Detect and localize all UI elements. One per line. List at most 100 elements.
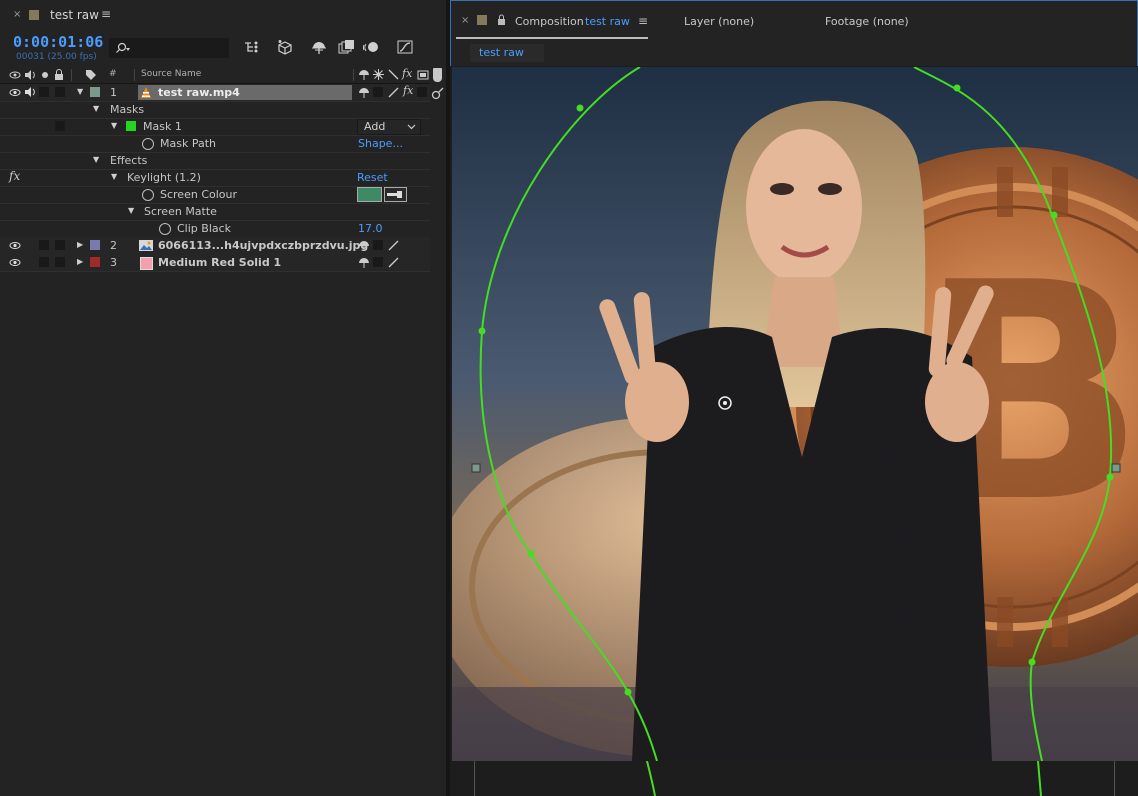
timeline-tab-bar: × test raw ≡ [0, 0, 446, 32]
keylight-effect-row[interactable]: fx ▼ Keylight (1.2) Reset [0, 169, 430, 187]
solo-toggle[interactable] [39, 87, 49, 97]
lock-toggle[interactable] [55, 257, 65, 267]
mask-lock-toggle[interactable] [55, 121, 65, 131]
solo-toggle[interactable] [39, 257, 49, 267]
clip-black-row[interactable]: Clip Black 17.0 [0, 220, 430, 238]
work-area-marker[interactable] [433, 68, 442, 82]
composition-breadcrumb-tab[interactable]: test raw [470, 44, 544, 62]
expand-triangle-icon[interactable]: ▼ [93, 155, 99, 164]
tab-menu-icon[interactable]: ≡ [638, 14, 648, 28]
screen-colour-label: Screen Colour [160, 188, 238, 201]
audio-speaker-icon[interactable] [24, 87, 36, 97]
stopwatch-icon[interactable] [159, 223, 171, 235]
effects-group-row[interactable]: ▼ Effects [0, 152, 430, 170]
layer-search-input[interactable] [109, 38, 229, 58]
mask-path-overlay-bottom [646, 761, 1042, 796]
audio-header-icon [25, 70, 35, 80]
collapse-switch[interactable] [373, 257, 383, 267]
mask-mode-dropdown[interactable]: Add [357, 119, 421, 135]
motion-blur-icon[interactable] [362, 39, 380, 55]
expand-triangle-icon[interactable]: ▼ [93, 104, 99, 113]
header-divider [353, 69, 354, 81]
composition-mini-flowchart-icon[interactable] [243, 39, 261, 55]
mask-mode-value: Add [364, 120, 386, 133]
mask-name[interactable]: Mask 1 [143, 120, 182, 133]
shy-switch-icon[interactable] [358, 87, 370, 98]
quality-switch-icon[interactable] [388, 257, 399, 268]
layer-row-1[interactable]: ▼ 1 test raw.mp4 fx [0, 84, 430, 102]
layer-name[interactable]: 6066113...h4ujvpdxczbprzdvu.jpg [158, 239, 368, 252]
solo-toggle[interactable] [39, 240, 49, 250]
frame-blend-switch[interactable] [417, 87, 427, 97]
stopwatch-icon[interactable] [142, 138, 154, 150]
lock-icon[interactable] [497, 14, 506, 25]
collapse-switch[interactable] [373, 87, 383, 97]
effect-switch-icon[interactable]: fx [403, 84, 413, 97]
mask-color-swatch[interactable] [126, 121, 136, 131]
mask-path-overlay[interactable] [452, 67, 1138, 761]
solo-header-icon [42, 72, 48, 78]
layer-label-color[interactable] [90, 257, 100, 267]
footage-tab[interactable]: Footage (none) [825, 15, 909, 28]
draft-3d-icon[interactable] [276, 39, 294, 55]
shy-switch-icon[interactable] [358, 257, 370, 268]
mask-1-row[interactable]: ▼ Mask 1 Add [0, 118, 430, 136]
layer-row-3[interactable]: ▶ 3 Medium Red Solid 1 [0, 254, 430, 272]
composition-viewer[interactable]: B [452, 67, 1138, 761]
lock-toggle[interactable] [55, 240, 65, 250]
screen-colour-swatch[interactable] [357, 187, 382, 202]
expand-triangle-icon[interactable]: ▼ [111, 172, 117, 181]
collapse-switch[interactable] [373, 240, 383, 250]
expand-triangle-icon[interactable]: ▼ [111, 121, 117, 130]
visibility-eye-icon[interactable] [9, 258, 21, 267]
timeline-tab-title[interactable]: test raw [50, 8, 99, 22]
expand-triangle-icon[interactable]: ▼ [128, 206, 134, 215]
layer-label-color[interactable] [90, 87, 100, 97]
layer-name[interactable]: Medium Red Solid 1 [158, 256, 281, 269]
visibility-eye-icon[interactable] [9, 241, 21, 250]
reset-link[interactable]: Reset [357, 171, 388, 184]
graph-editor-icon[interactable] [396, 39, 414, 55]
effect-header-icon: fx [402, 67, 413, 80]
collapsed-triangle-icon[interactable]: ▶ [77, 240, 83, 249]
close-tab-icon[interactable]: × [13, 9, 21, 20]
eyedropper-button[interactable] [384, 187, 407, 202]
composition-tab-name[interactable]: test raw [585, 15, 630, 28]
frame-blend-header-icon [417, 70, 429, 80]
clip-black-value[interactable]: 17.0 [358, 222, 383, 235]
visibility-eye-icon[interactable] [9, 88, 21, 97]
screen-matte-row[interactable]: ▼ Screen Matte [0, 203, 430, 221]
close-tab-icon[interactable]: × [461, 15, 469, 26]
mask-path-value[interactable]: Shape... [358, 137, 403, 150]
composition-icon [29, 10, 39, 20]
masks-group-row[interactable]: ▼ Masks [0, 101, 430, 119]
screen-matte-label: Screen Matte [144, 205, 217, 218]
lock-toggle[interactable] [55, 87, 65, 97]
hide-shy-layers-icon[interactable] [310, 39, 328, 55]
expand-triangle-icon[interactable]: ▼ [77, 87, 83, 96]
current-time-display[interactable]: 0:00:01:06 [13, 33, 103, 51]
source-name-column-header[interactable]: Source Name [141, 69, 201, 79]
tab-menu-icon[interactable]: ≡ [101, 7, 111, 21]
layer-row-2[interactable]: ▶ 2 6066113...h4ujvpdxczbprzdvu.jpg [0, 237, 430, 255]
collapsed-triangle-icon[interactable]: ▶ [77, 257, 83, 266]
composition-panel-header [450, 0, 1138, 66]
pick-whip-icon[interactable] [431, 86, 445, 100]
mask-path-row[interactable]: Mask Path Shape... [0, 135, 430, 153]
shy-switch-icon[interactable] [358, 240, 370, 251]
layer-tab[interactable]: Layer (none) [684, 15, 754, 28]
solid-footage-icon [140, 257, 153, 270]
keylight-effect-name[interactable]: Keylight (1.2) [127, 171, 201, 184]
stopwatch-icon[interactable] [142, 189, 154, 201]
layer-label-color[interactable] [90, 240, 100, 250]
screen-colour-row[interactable]: Screen Colour [0, 186, 430, 204]
quality-switch-icon[interactable] [388, 87, 399, 98]
composition-tab-prefix[interactable]: Composition [515, 15, 584, 28]
effect-toggle-icon[interactable]: fx [9, 169, 20, 183]
layer-name[interactable]: test raw.mp4 [158, 86, 240, 99]
viewer-bottom-area [450, 761, 1138, 796]
label-header-icon [86, 70, 96, 80]
frame-blending-icon[interactable] [337, 39, 355, 55]
quality-switch-icon[interactable] [388, 240, 399, 251]
timeline-panel: × test raw ≡ 0:00:01:06 00031 (25.00 fps… [0, 0, 446, 796]
